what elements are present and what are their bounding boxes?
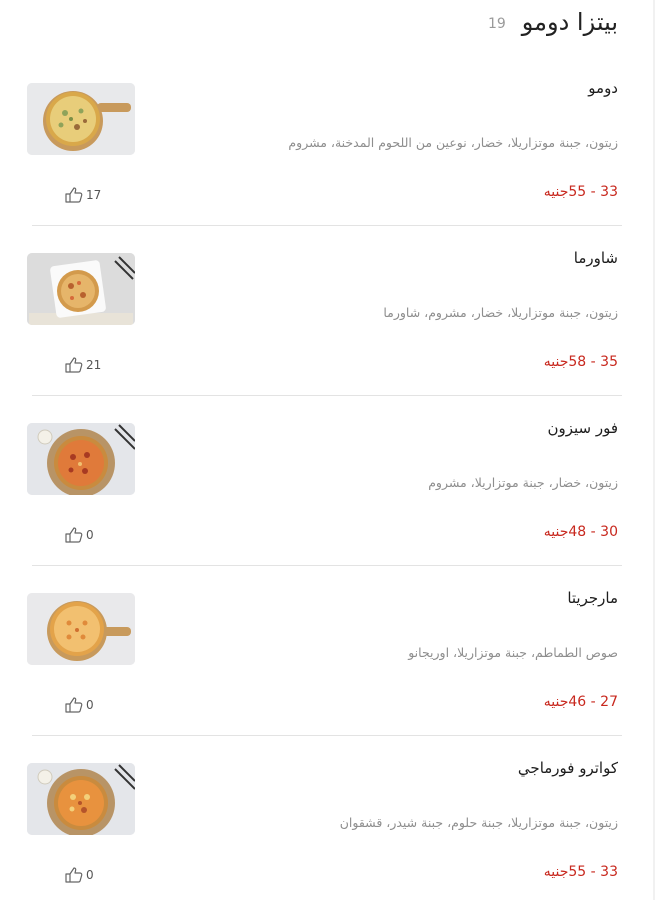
item-price: 33 - 55جنيه [543, 184, 618, 200]
menu-item[interactable]: مارجريتا صوص الطماطم، جبنة موتزاريلا، او… [0, 566, 655, 736]
item-photo[interactable] [27, 763, 135, 835]
thumbs-up-icon[interactable] [64, 186, 84, 203]
item-price: 30 - 48جنيه [543, 524, 618, 540]
category-header: بيتزا دومو 19 [488, 4, 618, 40]
menu-item[interactable]: دومو زيتون، جبنة موتزاريلا، خضار، نوعين … [0, 56, 655, 226]
thumbs-up-icon[interactable] [64, 526, 84, 543]
like-counter[interactable]: 21 [64, 356, 124, 373]
item-description: زيتون، خضار، جبنة موتزاريلا، مشروم [428, 475, 618, 490]
item-price: 27 - 46جنيه [543, 694, 618, 710]
item-photo[interactable] [27, 593, 135, 665]
category-title: بيتزا دومو [521, 8, 618, 36]
thumbs-up-icon[interactable] [64, 696, 84, 713]
item-name: كواترو فورماجي [517, 759, 618, 777]
item-photo[interactable] [27, 253, 135, 325]
item-name: شاورما [573, 249, 618, 267]
item-price: 35 - 58جنيه [543, 354, 618, 370]
pizza-on-mat-photo-icon [27, 423, 135, 495]
pizza-on-mat-photo-icon [27, 763, 135, 835]
item-description: زيتون، جبنة موتزاريلا، خضار، مشروم، شاور… [383, 305, 618, 320]
pizza-on-plate-photo-icon [27, 253, 135, 325]
item-name: فور سيزون [547, 419, 618, 437]
menu-item[interactable]: شاورما زيتون، جبنة موتزاريلا، خضار، مشرو… [0, 226, 655, 396]
like-count: 0 [86, 867, 94, 882]
item-price: 33 - 55جنيه [543, 864, 618, 880]
thumbs-up-icon[interactable] [64, 356, 84, 373]
item-name: مارجريتا [567, 589, 618, 607]
pizza-on-board-photo-icon [27, 83, 135, 155]
like-counter[interactable]: 17 [64, 186, 124, 203]
item-photo[interactable] [27, 83, 135, 155]
menu-item[interactable]: فور سيزون زيتون، خضار، جبنة موتزاريلا، م… [0, 396, 655, 566]
menu-item[interactable]: كواترو فورماجي زيتون، جبنة موتزاريلا، جب… [0, 736, 655, 900]
pizza-on-board-photo-icon [27, 593, 135, 665]
item-photo[interactable] [27, 423, 135, 495]
like-count: 0 [86, 527, 94, 542]
like-counter[interactable]: 0 [64, 696, 124, 713]
like-count: 17 [86, 187, 102, 202]
like-count: 21 [86, 357, 102, 372]
like-count: 0 [86, 697, 94, 712]
item-description: زيتون، جبنة موتزاريلا، جبنة حلوم، جبنة ش… [339, 815, 618, 830]
category-item-count: 19 [487, 16, 506, 32]
like-counter[interactable]: 0 [64, 526, 124, 543]
item-name: دومو [588, 79, 618, 97]
like-counter[interactable]: 0 [64, 866, 124, 883]
item-description: صوص الطماطم، جبنة موتزاريلا، اوريجانو [408, 645, 618, 660]
thumbs-up-icon[interactable] [64, 866, 84, 883]
menu-item-list: دومو زيتون، جبنة موتزاريلا، خضار، نوعين … [0, 56, 655, 900]
item-description: زيتون، جبنة موتزاريلا، خضار، نوعين من ال… [288, 135, 618, 150]
